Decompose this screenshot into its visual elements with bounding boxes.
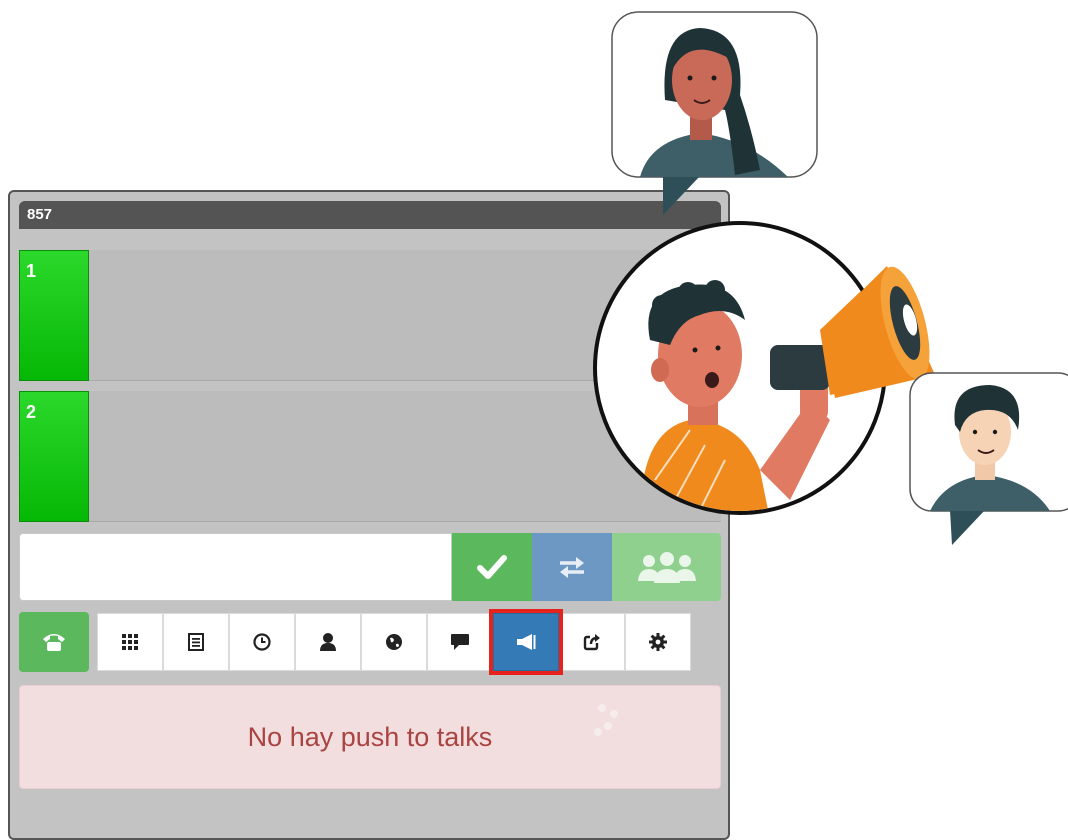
tab-settings[interactable] [625, 613, 691, 671]
call-line-2[interactable]: 2 [19, 391, 721, 522]
loading-spinner-icon [594, 704, 618, 736]
tab-contacts[interactable] [295, 613, 361, 671]
tab-keypad[interactable] [97, 613, 163, 671]
woman-avatar-bubble [611, 11, 818, 215]
dial-row [19, 533, 721, 601]
list-icon [188, 633, 204, 651]
globe-icon [386, 634, 402, 650]
tab-web[interactable] [361, 613, 427, 671]
tab-list[interactable] [163, 613, 229, 671]
phone-button[interactable] [19, 612, 89, 672]
tab-share[interactable] [559, 613, 625, 671]
toolbar [19, 609, 721, 675]
check-icon [477, 555, 507, 579]
phone-icon [43, 634, 65, 651]
tab-history[interactable] [229, 613, 295, 671]
share-export-icon [583, 634, 600, 651]
dial-number-input[interactable] [19, 533, 452, 601]
call-line-1[interactable]: 1 [19, 250, 721, 381]
clock-icon [253, 633, 271, 651]
contact-user-icon [320, 633, 336, 651]
transfer-call-button[interactable] [532, 533, 612, 601]
conference-users-icon [637, 552, 696, 583]
extension-header: 857 [19, 201, 721, 229]
conference-button[interactable] [612, 533, 721, 601]
transfer-arrows-icon [560, 557, 584, 578]
line-number-badge[interactable]: 2 [19, 391, 89, 522]
megaphone-icon [517, 634, 536, 650]
chat-bubble-icon [451, 634, 469, 650]
keypad-grid-icon [122, 634, 138, 650]
alert-message: No hay push to talks [247, 721, 493, 752]
accept-call-button[interactable] [452, 533, 532, 601]
tab-chat[interactable] [427, 613, 493, 671]
softphone-panel: 857 1 2 No hay push to talks [8, 190, 730, 840]
man-avatar-bubble [909, 372, 1068, 545]
push-to-talk-alert: No hay push to talks [19, 685, 721, 789]
gear-icon [649, 633, 667, 651]
tab-push-to-talk[interactable] [489, 609, 563, 675]
toolbar-tabs [97, 609, 691, 675]
line-number-badge[interactable]: 1 [19, 250, 89, 381]
